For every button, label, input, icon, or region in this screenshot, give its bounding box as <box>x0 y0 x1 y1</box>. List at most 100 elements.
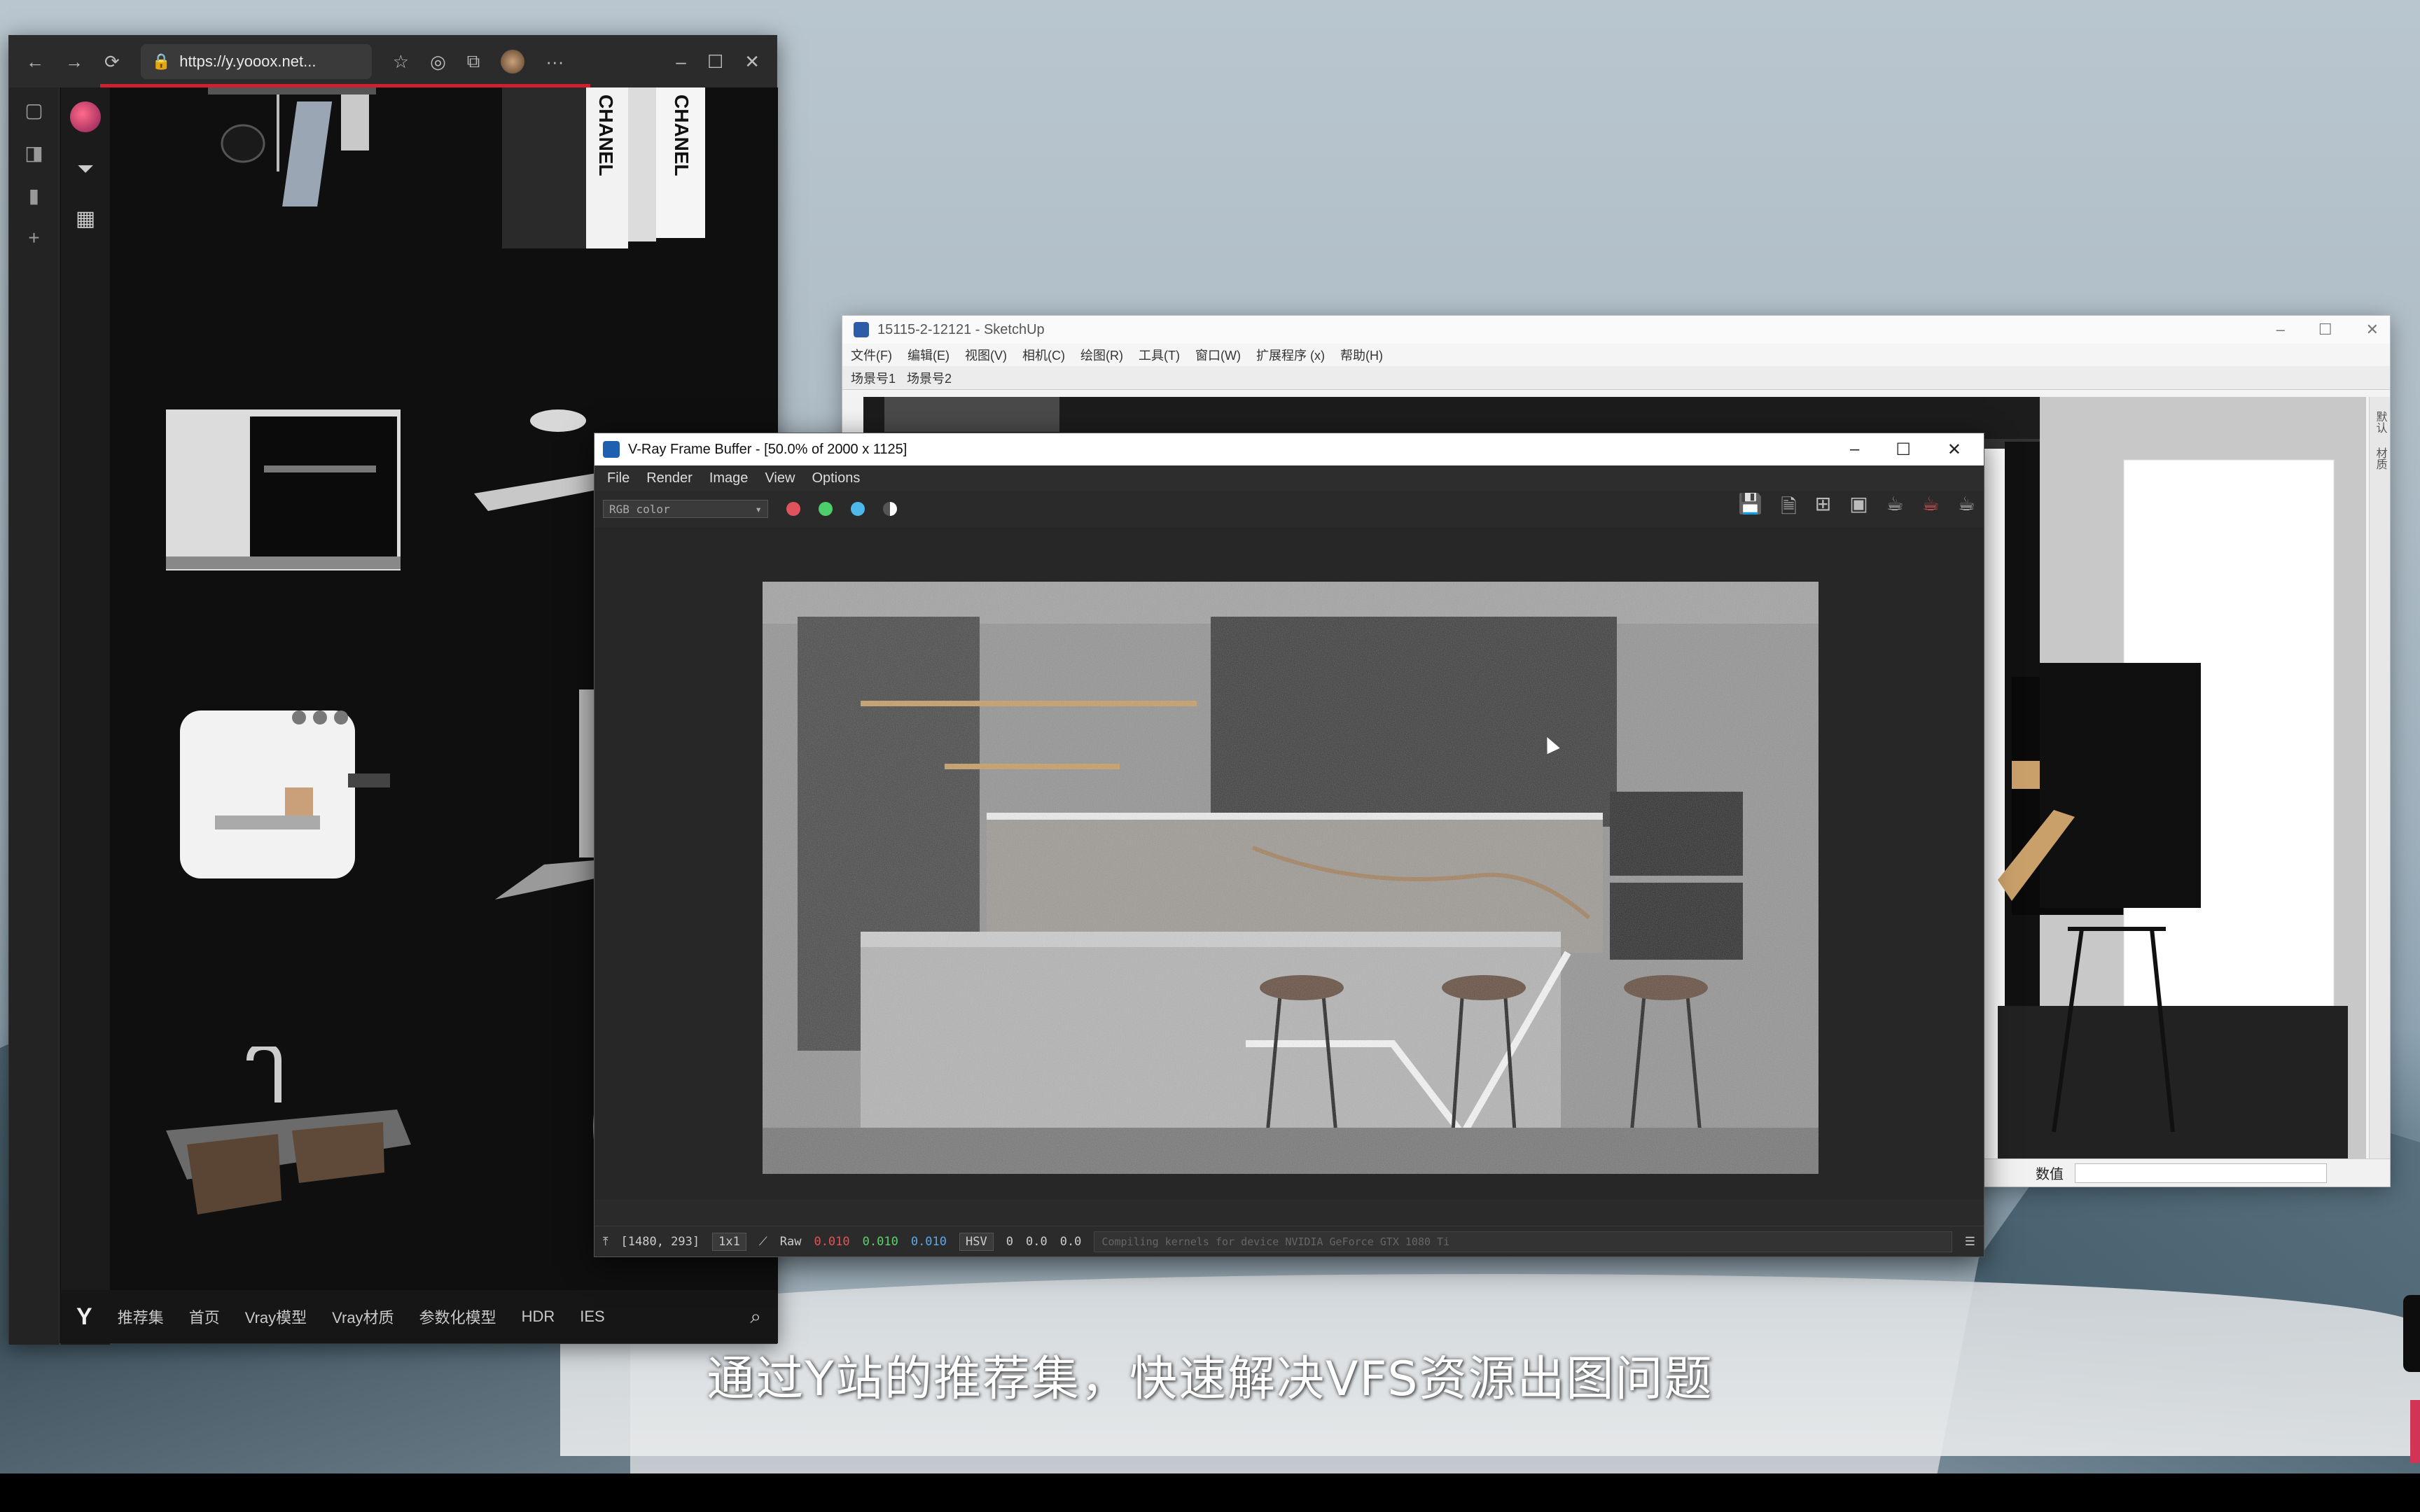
tabs-icon[interactable]: ▢ <box>25 99 43 122</box>
curve-icon[interactable]: ⟋ <box>759 1235 767 1249</box>
nav-home[interactable]: 首页 <box>189 1306 220 1328</box>
maximize-icon[interactable]: ☐ <box>707 51 723 73</box>
vray-frame-buffer-window: V-Ray Frame Buffer - [50.0% of 2000 x 11… <box>594 433 1984 1257</box>
minimize-icon[interactable]: – <box>676 51 686 73</box>
lock-icon: 🔒 <box>151 52 172 70</box>
product-cooktop[interactable] <box>474 396 614 536</box>
zoom-select[interactable]: 1x1 <box>712 1232 746 1251</box>
green-channel-button[interactable] <box>819 502 833 516</box>
menu-window[interactable]: 窗口(W) <box>1195 346 1241 364</box>
profile-avatar[interactable] <box>501 50 525 74</box>
filter-icon[interactable]: ⏷ <box>77 158 94 181</box>
pin-icon[interactable]: ◨ <box>25 141 43 164</box>
book-label-2: CHANEL <box>671 94 693 176</box>
product-sink[interactable] <box>159 1042 411 1228</box>
close-icon[interactable]: ✕ <box>2366 321 2379 339</box>
forward-icon[interactable]: → <box>65 51 83 73</box>
add-icon[interactable]: + <box>28 227 39 249</box>
blue-channel-button[interactable] <box>851 502 865 516</box>
sketchup-tray: 默认 材质 <box>2369 397 2390 1160</box>
maximize-icon[interactable]: ☐ <box>2318 321 2332 339</box>
pixel-b: 0.010 <box>910 1234 947 1249</box>
nav-recommend[interactable]: 推荐集 <box>118 1306 164 1328</box>
render-icon[interactable]: ☕ <box>1886 492 1904 526</box>
sketchup-menubar: 文件(F) 编辑(E) 视图(V) 相机(C) 绘图(R) 工具(T) 窗口(W… <box>842 344 2390 366</box>
region-render-icon[interactable]: ⊞ <box>1815 492 1831 526</box>
back-icon[interactable]: ← <box>26 51 44 73</box>
grid-icon[interactable]: ▦ <box>76 206 95 231</box>
maximize-icon[interactable]: ☐ <box>1896 440 1911 460</box>
mono-channel-button[interactable] <box>883 502 897 516</box>
vfb-statusbar: ⤒ [1480, 293] 1x1 ⟋ Raw 0.010 0.010 0.01… <box>594 1226 1984 1256</box>
refresh-icon[interactable]: ⟳ <box>104 51 120 73</box>
product-oven[interactable] <box>166 410 404 578</box>
close-icon[interactable]: ✕ <box>744 51 760 73</box>
menu-help[interactable]: 帮助(H) <box>1340 346 1383 364</box>
tray-materials[interactable]: 材质 <box>2372 447 2388 470</box>
favorite-icon[interactable]: ☆ <box>393 51 409 73</box>
pixel-info-icon[interactable]: ⤒ <box>603 1235 609 1249</box>
vfb-title: V-Ray Frame Buffer - [50.0% of 2000 x 11… <box>628 441 908 457</box>
product-coffee-machine[interactable] <box>173 690 404 899</box>
chevron-down-icon: ▾ <box>755 502 762 516</box>
menu-view[interactable]: View <box>765 470 795 486</box>
product-books[interactable]: CHANEL CHANEL <box>495 88 719 255</box>
menu-view[interactable]: 视图(V) <box>965 346 1007 364</box>
close-icon[interactable]: ✕ <box>1947 440 1961 460</box>
vfb-toolbar: RGB color ▾ 💾 🗎 ⊞ ▣ ☕ ☕ ☕ <box>594 491 1984 527</box>
pixel-g: 0.010 <box>862 1234 898 1249</box>
colorspace-select[interactable]: HSV <box>959 1232 994 1251</box>
channel-select[interactable]: RGB color ▾ <box>603 500 768 518</box>
vfb-canvas[interactable] <box>594 527 1984 1199</box>
tray-default[interactable]: 默认 <box>2372 411 2388 433</box>
address-text: https://y.yooox.net... <box>179 52 317 70</box>
render-preview <box>763 582 1819 1174</box>
minimize-icon[interactable]: – <box>2276 321 2285 339</box>
menu-extensions[interactable]: 扩展程序 (x) <box>1256 346 1325 364</box>
interactive-render-icon[interactable]: ☕ <box>1958 492 1975 526</box>
menu-options[interactable]: Options <box>812 470 860 486</box>
tab-scene-2[interactable]: 场景号2 <box>907 369 952 387</box>
track-mouse-icon[interactable]: ▣ <box>1849 492 1868 526</box>
menu-file[interactable]: File <box>607 470 630 486</box>
site-sidebar: ⏷ ▦ <box>61 88 110 1345</box>
nav-parametric[interactable]: 参数化模型 <box>419 1306 496 1328</box>
menu-image[interactable]: Image <box>709 470 749 486</box>
address-bar[interactable]: 🔒 https://y.yooox.net... <box>140 44 372 79</box>
edge-tab-accent <box>2410 1400 2420 1463</box>
product-utensils[interactable] <box>187 88 418 248</box>
value-mode: Raw <box>779 1234 802 1249</box>
tab-thumb-icon[interactable]: ▮ <box>29 184 39 207</box>
nav-hdr[interactable]: HDR <box>522 1308 555 1326</box>
measurements-input[interactable] <box>2075 1163 2327 1183</box>
site-footer-nav: Y 推荐集 首页 Vray模型 Vray材质 参数化模型 HDR IES ⌕ <box>60 1290 778 1343</box>
pixel-h: 0 <box>1006 1234 1013 1249</box>
menu-tools[interactable]: 工具(T) <box>1139 346 1180 364</box>
menu-edit[interactable]: 编辑(E) <box>908 346 950 364</box>
nav-vray-materials[interactable]: Vray材质 <box>332 1306 394 1328</box>
measurements-label: 数值 <box>2036 1167 2064 1182</box>
site-avatar[interactable] <box>70 102 101 132</box>
channel-value: RGB color <box>609 502 670 516</box>
menu-render[interactable]: Render <box>646 470 693 486</box>
menu-draw[interactable]: 绘图(R) <box>1080 346 1123 364</box>
nav-ies[interactable]: IES <box>580 1308 604 1326</box>
site-logo[interactable]: Y <box>76 1303 92 1331</box>
collections-icon[interactable]: ⧉ <box>467 50 480 73</box>
save-all-icon[interactable]: 🗎 <box>1781 492 1797 526</box>
sketchup-title: 15115-2-12121 - SketchUp <box>877 321 1045 337</box>
video-caption: 通过Y站的推荐集，快速解决VFS资源出图问题 <box>707 1352 1713 1407</box>
menu-camera[interactable]: 相机(C) <box>1022 346 1065 364</box>
stop-render-icon[interactable]: ☕ <box>1922 492 1940 526</box>
tab-scene-1[interactable]: 场景号1 <box>851 369 896 387</box>
red-channel-button[interactable] <box>786 502 800 516</box>
minimize-icon[interactable]: – <box>1850 440 1859 460</box>
search-icon[interactable]: ⌕ <box>750 1306 761 1329</box>
save-icon[interactable]: 💾 <box>1738 492 1762 526</box>
log-icon[interactable]: ☰ <box>1965 1235 1975 1249</box>
more-icon[interactable]: ··· <box>545 51 564 73</box>
nav-vray-models[interactable]: Vray模型 <box>245 1306 307 1328</box>
menu-file[interactable]: 文件(F) <box>851 346 892 364</box>
extension-icon[interactable]: ◎ <box>430 51 446 73</box>
pixel-s: 0.0 <box>1025 1234 1048 1249</box>
